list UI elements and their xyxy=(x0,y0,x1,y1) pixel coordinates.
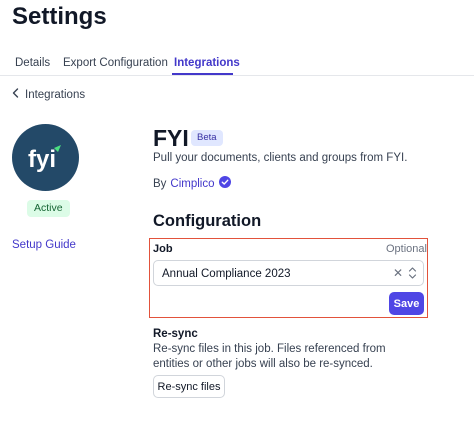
by-prefix: By xyxy=(153,178,167,190)
configuration-title: Configuration xyxy=(153,212,262,230)
close-icon[interactable]: ✕ xyxy=(393,264,403,282)
page-title: Settings xyxy=(12,3,107,30)
vendor-line: By Cimplico xyxy=(153,176,231,192)
resync-description: Re-sync files in this job. Files referen… xyxy=(153,343,386,370)
job-optional-hint: Optional xyxy=(386,243,427,255)
status-badge: Active xyxy=(27,200,70,217)
check-circle-icon xyxy=(218,176,231,192)
tab-details[interactable]: Details xyxy=(15,56,50,70)
beta-badge: Beta xyxy=(191,130,223,146)
app-name: FYI xyxy=(153,125,189,151)
chevron-left-icon xyxy=(12,88,19,102)
chevron-updown-icon[interactable] xyxy=(408,266,417,280)
job-select-value: Annual Compliance 2023 xyxy=(162,268,291,280)
resync-title: Re-sync xyxy=(153,328,198,340)
fyi-logo-icon: fyi xyxy=(28,144,61,173)
back-link-label: Integrations xyxy=(25,89,86,101)
app-description: Pull your documents, clients and groups … xyxy=(153,152,408,164)
resync-files-button[interactable]: Re-sync files xyxy=(153,375,225,398)
save-button[interactable]: Save xyxy=(389,292,424,315)
app-logo: fyi xyxy=(12,124,79,191)
job-select[interactable]: Annual Compliance 2023 ✕ xyxy=(153,260,424,286)
back-link[interactable]: Integrations xyxy=(12,88,85,102)
tab-integrations[interactable]: Integrations xyxy=(174,56,240,70)
tabs-divider xyxy=(0,75,474,76)
logo-text: fyi xyxy=(28,146,56,173)
tab-export-configuration[interactable]: Export Configuration xyxy=(63,56,168,70)
job-label: Job xyxy=(153,243,173,255)
vendor-link[interactable]: Cimplico xyxy=(170,177,214,191)
setup-guide-link[interactable]: Setup Guide xyxy=(12,238,76,252)
